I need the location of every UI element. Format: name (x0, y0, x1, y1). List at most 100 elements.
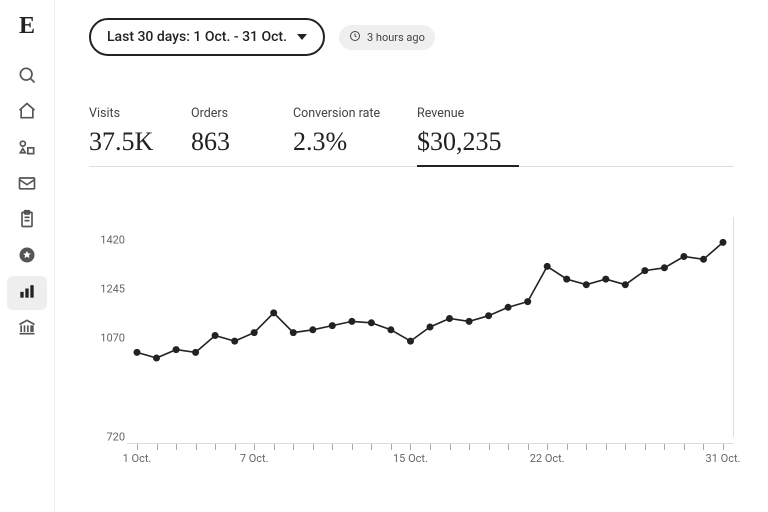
star-icon (17, 245, 37, 269)
chart-x-tick-mark (410, 444, 411, 450)
chart-y-tick: 1245 (100, 282, 125, 295)
logo[interactable]: E (19, 14, 35, 38)
metric-label: Visits (89, 106, 191, 121)
chart-x-tick-mark (450, 444, 451, 450)
chart-y-tick: 1070 (100, 332, 125, 345)
chart-data-point[interactable] (427, 324, 434, 331)
chart-data-point[interactable] (466, 318, 473, 325)
metric-label: Conversion rate (293, 106, 417, 121)
chart-x-tick-mark (606, 444, 607, 450)
chart-data-point[interactable] (641, 267, 648, 274)
chart-x-tick-mark (489, 444, 490, 450)
chart-y-axis: 720107012451420 (89, 217, 125, 437)
chart-x-tick-mark (469, 444, 470, 450)
chart-data-point[interactable] (661, 264, 668, 271)
chart-plot-area (127, 217, 734, 437)
metric-revenue[interactable]: Revenue $30,235 (417, 106, 519, 167)
nav-home[interactable] (7, 96, 47, 130)
chart-x-tick-mark (723, 444, 724, 450)
nav-messages[interactable] (7, 168, 47, 202)
nav-star[interactable] (7, 240, 47, 274)
sidebar: E (0, 0, 55, 512)
chart-x-axis: 1 Oct.7 Oct.15 Oct.22 Oct.31 Oct. (127, 443, 734, 467)
chart-x-tick-mark (352, 444, 353, 450)
chart-x-tick-mark (176, 444, 177, 450)
date-range-label: Last 30 days: 1 Oct. - 31 Oct. (107, 29, 287, 45)
chart-data-point[interactable] (720, 239, 727, 246)
chart-x-tick-label: 22 Oct. (530, 452, 565, 465)
chart-x-tick-mark (586, 444, 587, 450)
chart-data-point[interactable] (290, 329, 297, 336)
nav-search[interactable] (7, 60, 47, 94)
chart-data-point[interactable] (192, 349, 199, 356)
chart-data-point[interactable] (700, 256, 707, 263)
metric-label: Revenue (417, 106, 519, 121)
chart-data-point[interactable] (583, 281, 590, 288)
chart-y-tick: 720 (106, 431, 125, 444)
chart-x-tick-mark (371, 444, 372, 450)
freshness-badge: 3 hours ago (339, 25, 435, 50)
chevron-down-icon (297, 34, 307, 40)
chart-x-tick-label: 31 Oct. (706, 452, 741, 465)
chart-data-point[interactable] (446, 315, 453, 322)
chart-x-tick-mark (430, 444, 431, 450)
chart-data-point[interactable] (212, 332, 219, 339)
chart-data-point[interactable] (153, 355, 160, 362)
chart-x-tick-mark (313, 444, 314, 450)
nav-stats[interactable] (7, 276, 47, 310)
chart-series-line (137, 242, 723, 358)
chart-x-tick-mark (528, 444, 529, 450)
chart-data-point[interactable] (505, 304, 512, 311)
chart-data-point[interactable] (524, 298, 531, 305)
chart-data-point[interactable] (231, 338, 238, 345)
chart-x-tick-label: 15 Oct. (393, 452, 428, 465)
shapes-icon (17, 137, 37, 161)
nav-orders[interactable] (7, 204, 47, 238)
chart-x-tick-mark (157, 444, 158, 450)
chart-x-tick-mark (547, 444, 548, 450)
chart-data-point[interactable] (407, 338, 414, 345)
metric-visits[interactable]: Visits 37.5K (89, 106, 191, 166)
chart-data-point[interactable] (544, 263, 551, 270)
metric-value: 37.5K (89, 129, 191, 155)
nav-finances[interactable] (7, 312, 47, 346)
chart-x-tick-mark (508, 444, 509, 450)
mail-icon (17, 173, 37, 197)
freshness-text: 3 hours ago (367, 31, 425, 44)
chart-x-tick-mark (645, 444, 646, 450)
bank-icon (17, 317, 37, 341)
chart-x-tick-mark (703, 444, 704, 450)
chart-x-tick-mark (567, 444, 568, 450)
metric-value: $30,235 (417, 129, 519, 155)
metric-conversion[interactable]: Conversion rate 2.3% (293, 106, 417, 166)
clipboard-icon (17, 209, 37, 233)
chart-data-point[interactable] (309, 326, 316, 333)
chart-data-point[interactable] (485, 312, 492, 319)
chart-data-point[interactable] (270, 309, 277, 316)
chart-data-point[interactable] (387, 326, 394, 333)
chart-data-point[interactable] (251, 329, 258, 336)
date-range-picker[interactable]: Last 30 days: 1 Oct. - 31 Oct. (89, 18, 325, 56)
chart-y-tick: 1420 (100, 233, 125, 246)
chart-x-tick-mark (196, 444, 197, 450)
chart-x-tick-label: 7 Oct. (240, 452, 269, 465)
chart-x-tick-mark (293, 444, 294, 450)
chart-data-point[interactable] (329, 322, 336, 329)
chart-data-point[interactable] (622, 281, 629, 288)
chart-data-point[interactable] (368, 319, 375, 326)
chart-x-tick-mark (625, 444, 626, 450)
chart-x-tick-mark (391, 444, 392, 450)
chart-data-point[interactable] (563, 276, 570, 283)
metric-tabs: Visits 37.5K Orders 863 Conversion rate … (89, 106, 734, 167)
metric-orders[interactable]: Orders 863 (191, 106, 293, 166)
chart-icon (17, 281, 37, 305)
chart-x-tick-mark (254, 444, 255, 450)
chart-data-point[interactable] (680, 253, 687, 260)
chart-x-tick-mark (332, 444, 333, 450)
chart-data-point[interactable] (173, 346, 180, 353)
chart-x-tick-label: 1 Oct. (123, 452, 152, 465)
nav-listings[interactable] (7, 132, 47, 166)
chart-data-point[interactable] (602, 276, 609, 283)
chart-data-point[interactable] (134, 349, 141, 356)
chart-data-point[interactable] (348, 318, 355, 325)
